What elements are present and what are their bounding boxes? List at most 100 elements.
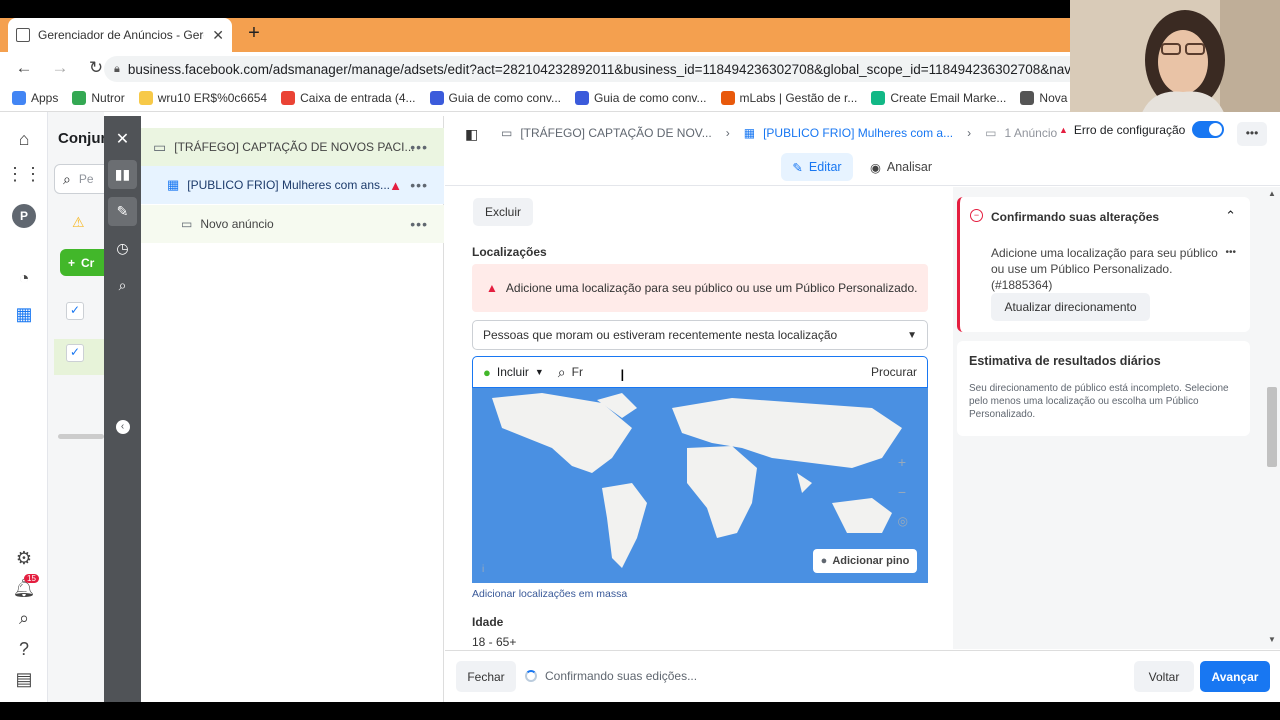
age-heading: Idade bbox=[472, 615, 504, 629]
add-pin-label: Adicionar pino bbox=[832, 555, 910, 567]
reports-icon[interactable]: ▤ bbox=[12, 667, 36, 691]
bulk-add-locations-link[interactable]: Adicionar localizações em massa bbox=[472, 588, 627, 600]
exclude-button[interactable]: Excluir bbox=[473, 198, 533, 226]
bookmark-item[interactable]: Nutror bbox=[72, 90, 125, 105]
bookmark-item[interactable]: Nova gui bbox=[1020, 90, 1070, 105]
bookmark-item[interactable]: Guia de como conv... bbox=[429, 90, 561, 105]
row-checkbox[interactable]: ✓ bbox=[66, 344, 84, 362]
pencil-icon: ✎ bbox=[792, 160, 803, 175]
chart-icon[interactable]: ▮▮ bbox=[108, 160, 137, 189]
include-dropdown[interactable]: Incluir bbox=[497, 365, 529, 379]
close-editor-icon[interactable]: ✕ bbox=[108, 124, 137, 153]
account-avatar[interactable]: P bbox=[12, 204, 36, 228]
bookmark-item[interactable]: wru10 ER$%0c6654 bbox=[138, 90, 268, 105]
settings-gear-icon[interactable]: ⚙ bbox=[12, 546, 36, 570]
adset-grid-icon: ▦ bbox=[167, 177, 180, 192]
vertical-scrollbar[interactable] bbox=[1267, 387, 1277, 467]
bookmark-item[interactable]: Apps bbox=[12, 90, 58, 105]
add-pin-button[interactable]: ● Adicionar pino bbox=[813, 549, 917, 573]
breadcrumb-campaign[interactable]: [TRÁFEGO] CAPTAÇÃO DE NOV... bbox=[520, 126, 711, 140]
list-search-placeholder: Pe bbox=[78, 172, 94, 186]
bookmark-label: Nutror bbox=[91, 90, 125, 105]
dashboard-gauge-icon[interactable]: ◔ bbox=[12, 266, 36, 290]
url-text: business.facebook.com/adsmanager/manage/… bbox=[127, 61, 1070, 77]
tab-edit[interactable]: ✎ Editar bbox=[781, 153, 853, 181]
update-targeting-button[interactable]: Atualizar direcionamento bbox=[991, 293, 1150, 321]
tree-adset-label: [PUBLICO FRIO] Mulheres com ans... bbox=[187, 178, 391, 192]
help-icon[interactable]: ? bbox=[12, 637, 36, 661]
zoom-search-icon[interactable]: ⌕ bbox=[108, 271, 137, 300]
tab-analyze[interactable]: ◉ Analisar bbox=[865, 153, 937, 181]
error-circle-icon: − bbox=[970, 209, 983, 222]
location-warning-text: Adicione uma localização para seu públic… bbox=[505, 281, 918, 295]
notifications-bell-icon[interactable]: 🔔︎ 15 bbox=[12, 574, 39, 600]
location-map[interactable]: + − ◎ ● Adicionar pino i bbox=[472, 388, 928, 583]
next-button[interactable]: Avançar bbox=[1200, 661, 1270, 692]
home-icon[interactable]: ⌂ bbox=[12, 127, 36, 151]
more-options-icon[interactable]: ••• bbox=[410, 139, 428, 155]
bookmark-favicon-icon bbox=[1020, 90, 1035, 105]
confirm-body: Adicione uma localização para seu públic… bbox=[991, 246, 1218, 292]
saving-status-text: Confirmando suas edições... bbox=[545, 669, 698, 683]
bookmark-item[interactable]: Caixa de entrada (4... bbox=[281, 90, 416, 105]
confirm-title: Confirmando suas alterações bbox=[991, 210, 1160, 224]
collapse-chevron-icon[interactable]: ⌃ bbox=[1225, 208, 1236, 224]
search-icon: ⌕ bbox=[557, 363, 566, 380]
browse-button[interactable]: Procurar bbox=[871, 365, 917, 379]
tree-ad-row[interactable]: ▭ Novo anúncio ••• bbox=[141, 205, 444, 243]
zoom-out-icon[interactable]: − bbox=[898, 484, 906, 500]
locations-heading: Localizações bbox=[472, 245, 547, 259]
clipboard-warning-icon: ⚠ bbox=[72, 214, 85, 230]
scroll-up-arrow[interactable]: ▲ bbox=[1268, 189, 1276, 198]
bookmark-label: Guia de como conv... bbox=[594, 90, 707, 105]
back-arrow-icon[interactable]: ← bbox=[12, 58, 36, 78]
right-summary-panel: − Confirmando suas alterações ⌃ Adicione… bbox=[953, 187, 1280, 649]
forward-arrow-icon[interactable]: → bbox=[48, 58, 72, 78]
row-checkbox[interactable]: ✓ bbox=[66, 302, 84, 320]
tree-adset-row[interactable]: ▦ [PUBLICO FRIO] Mulheres com ans... ▲ •… bbox=[141, 166, 444, 204]
location-search-input[interactable]: Fr bbox=[572, 365, 865, 379]
search-icon[interactable]: ⌕ bbox=[12, 606, 36, 630]
error-warning-icon: ▲ bbox=[1059, 125, 1068, 135]
screen-bottom-border bbox=[0, 702, 1280, 720]
adset-toggle[interactable] bbox=[1192, 121, 1224, 138]
more-options-icon[interactable]: ••• bbox=[410, 216, 428, 232]
history-clock-icon[interactable]: ◷ bbox=[108, 234, 137, 263]
map-info-icon[interactable]: i bbox=[482, 564, 484, 575]
breadcrumb-ads[interactable]: 1 Anúncio bbox=[1004, 126, 1057, 140]
bookmark-favicon-icon bbox=[871, 90, 886, 105]
location-type-select[interactable]: Pessoas que moram ou estiveram recenteme… bbox=[472, 320, 928, 350]
locate-icon[interactable]: ◎ bbox=[898, 514, 908, 528]
address-bar: ← → ↻ 🔒︎ business.facebook.com/adsmanage… bbox=[0, 52, 1070, 84]
more-options-icon[interactable]: ••• bbox=[1225, 247, 1236, 258]
breadcrumb-adset[interactable]: [PUBLICO FRIO] Mulheres com a... bbox=[763, 126, 953, 140]
toggle-sidebar-icon[interactable]: ◧ bbox=[465, 126, 478, 143]
more-options-button[interactable]: ••• bbox=[1237, 122, 1267, 146]
ads-manager-table-icon[interactable]: ▦ bbox=[12, 302, 36, 326]
apps-grid-icon[interactable]: ⋮⋮ bbox=[6, 162, 42, 186]
saving-status: Confirmando suas edições... bbox=[525, 669, 697, 683]
include-caret-icon[interactable]: ▼ bbox=[535, 367, 544, 377]
bookmark-item[interactable]: Guia de como conv... bbox=[575, 90, 707, 105]
pencil-edit-icon[interactable]: ✎ bbox=[108, 197, 137, 226]
zoom-in-icon[interactable]: + bbox=[898, 454, 906, 470]
bookmark-item[interactable]: mLabs | Gestão de r... bbox=[720, 90, 857, 105]
browser-tab[interactable]: Gerenciador de Anúncios - Gerenciador ✕ bbox=[8, 18, 232, 52]
bookmark-item[interactable]: Create Email Marke... bbox=[871, 90, 1006, 105]
scroll-down-arrow[interactable]: ▼ bbox=[1268, 635, 1276, 644]
close-tab-icon[interactable]: ✕ bbox=[212, 27, 224, 44]
new-tab-button[interactable]: + bbox=[244, 23, 264, 44]
bookmark-label: wru10 ER$%0c6654 bbox=[157, 90, 268, 105]
collapse-chevron-icon[interactable]: ‹ bbox=[108, 412, 137, 441]
more-options-icon[interactable]: ••• bbox=[410, 177, 428, 193]
tree-campaign-row[interactable]: ▭ [TRÁFEGO] CAPTAÇÃO DE NOVOS PACI... ••… bbox=[141, 128, 444, 166]
back-button[interactable]: Voltar bbox=[1134, 661, 1194, 692]
horizontal-scrollbar[interactable] bbox=[58, 434, 104, 439]
estimate-title: Estimativa de resultados diários bbox=[969, 354, 1161, 368]
close-button[interactable]: Fechar bbox=[456, 661, 516, 692]
create-button[interactable]: + Cr bbox=[60, 249, 110, 276]
url-field[interactable]: 🔒︎ business.facebook.com/adsmanager/mana… bbox=[104, 56, 1070, 82]
breadcrumb-folder-icon: ▭ bbox=[501, 126, 513, 140]
bookmark-label: Caixa de entrada (4... bbox=[300, 90, 416, 105]
age-value: 18 - 65+ bbox=[472, 635, 517, 649]
